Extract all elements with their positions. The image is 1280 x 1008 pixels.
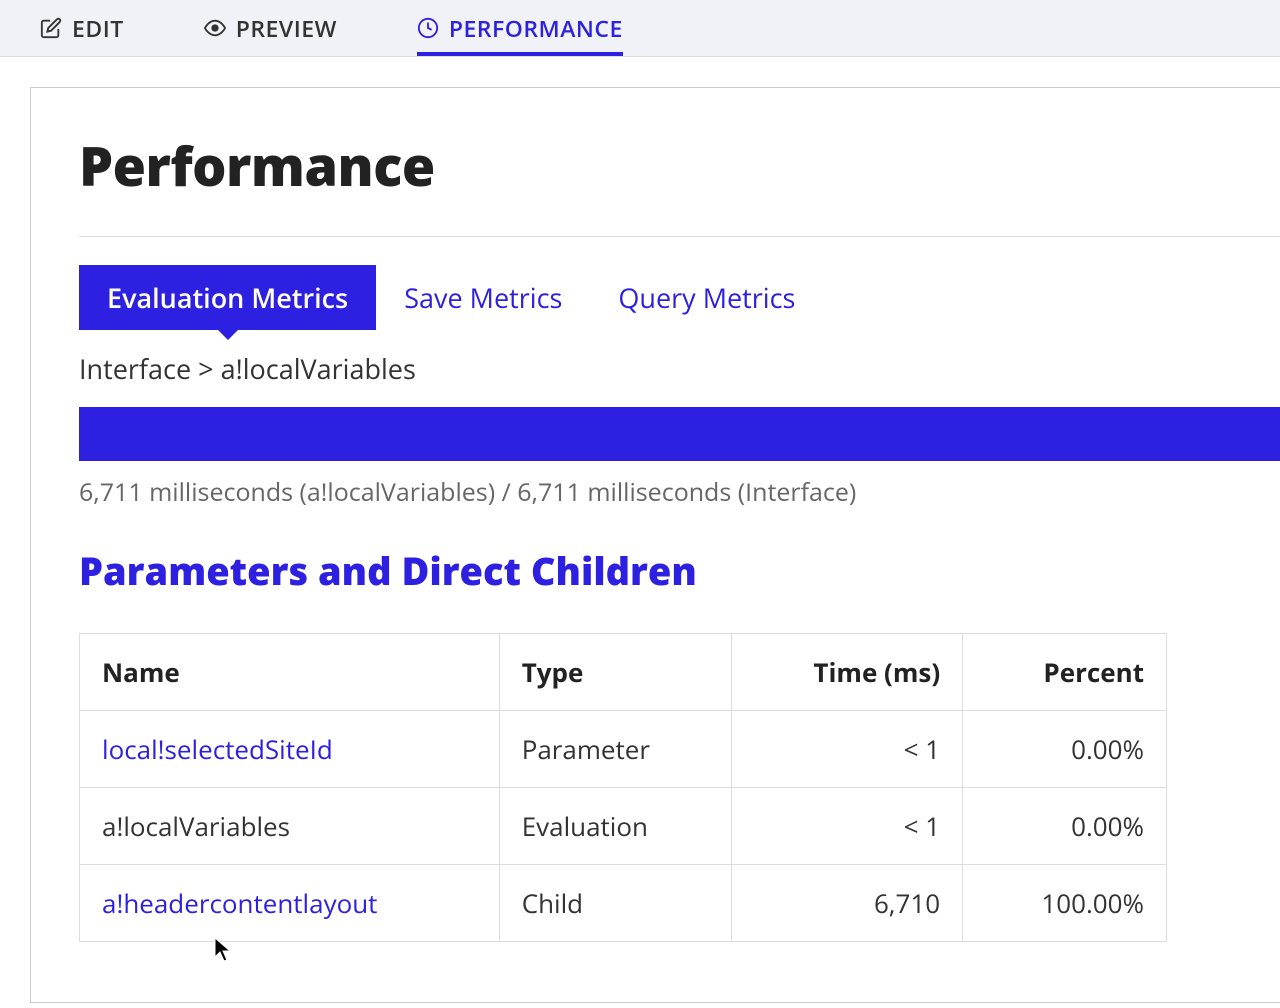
tab-preview-label: PREVIEW	[236, 12, 337, 44]
row-percent: 0.00%	[963, 711, 1167, 788]
tab-performance-label: PERFORMANCE	[449, 12, 623, 44]
metric-tab-save[interactable]: Save Metrics	[376, 265, 590, 330]
edit-icon	[40, 17, 62, 39]
row-name-link[interactable]: a!headercontentlayout	[102, 885, 377, 921]
tab-edit-label: EDIT	[72, 12, 124, 44]
tab-edit[interactable]: EDIT	[40, 0, 124, 56]
row-type: Evaluation	[499, 788, 731, 865]
th-percent[interactable]: Percent	[963, 634, 1167, 711]
row-percent: 0.00%	[963, 788, 1167, 865]
th-type[interactable]: Type	[499, 634, 731, 711]
metric-tabs: Evaluation Metrics Save Metrics Query Me…	[79, 265, 1280, 330]
children-table: Name Type Time (ms) Percent local!select…	[79, 633, 1167, 942]
progress-bar	[79, 407, 1280, 461]
row-percent: 100.00%	[963, 865, 1167, 942]
section-title: Parameters and Direct Children	[79, 545, 1280, 597]
row-time: < 1	[731, 788, 963, 865]
row-type: Child	[499, 865, 731, 942]
row-name: a!localVariables	[80, 788, 500, 865]
row-name-link[interactable]: local!selectedSiteId	[102, 731, 333, 767]
table-row: local!selectedSiteId Parameter < 1 0.00%	[80, 711, 1167, 788]
row-time: < 1	[731, 711, 963, 788]
metric-tab-evaluation[interactable]: Evaluation Metrics	[79, 265, 376, 330]
tab-preview[interactable]: PREVIEW	[204, 0, 337, 56]
performance-panel: Performance Evaluation Metrics Save Metr…	[30, 87, 1280, 1003]
page-title: Performance	[79, 128, 1280, 202]
table-row: a!headercontentlayout Child 6,710 100.00…	[80, 865, 1167, 942]
progress-text: 6,711 milliseconds (a!localVariables) / …	[79, 475, 1280, 509]
divider	[79, 236, 1280, 237]
tab-performance[interactable]: PERFORMANCE	[417, 0, 623, 56]
row-time: 6,710	[731, 865, 963, 942]
table-row: a!localVariables Evaluation < 1 0.00%	[80, 788, 1167, 865]
breadcrumb: Interface > a!localVariables	[79, 350, 1280, 387]
gauge-icon	[417, 17, 439, 39]
th-name[interactable]: Name	[80, 634, 500, 711]
top-tab-bar: EDIT PREVIEW PERFORMANCE	[0, 0, 1280, 57]
metric-tab-query[interactable]: Query Metrics	[590, 265, 823, 330]
row-type: Parameter	[499, 711, 731, 788]
eye-icon	[204, 17, 226, 39]
th-time[interactable]: Time (ms)	[731, 634, 963, 711]
